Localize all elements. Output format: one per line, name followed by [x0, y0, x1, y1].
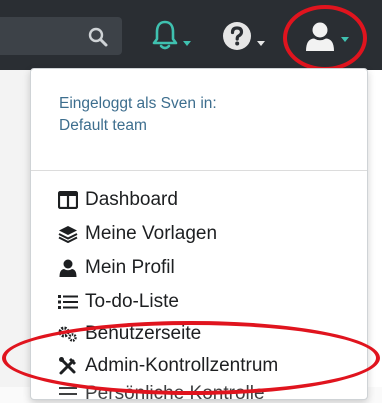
- menu-item-label: Mein Profil: [85, 257, 175, 278]
- menu-item-label: Dashboard: [85, 189, 178, 210]
- chevron-down-icon: [183, 41, 191, 46]
- user-menu-button[interactable]: [300, 18, 356, 54]
- logged-in-label: Eingeloggt als Sven in:: [59, 95, 217, 112]
- menu-item-dashboard[interactable]: Dashboard: [57, 183, 278, 217]
- menu-item-label: Benutzerseite: [85, 323, 202, 344]
- menu-item-admin-center[interactable]: Admin-Kontrollzentrum: [57, 349, 278, 383]
- chevron-down-icon: [341, 37, 349, 42]
- list-icon: [57, 292, 79, 312]
- help-button[interactable]: [222, 18, 272, 54]
- team-name: Default team: [59, 117, 147, 134]
- columns-icon: [57, 190, 79, 210]
- menu-item-user-page[interactable]: Benutzerseite: [57, 319, 278, 349]
- menu-item-profile[interactable]: Mein Profil: [57, 251, 278, 285]
- user-icon: [306, 22, 334, 51]
- notifications-button[interactable]: [150, 18, 200, 54]
- menu-item-templates[interactable]: Meine Vorlagen: [57, 217, 278, 251]
- menu-item-label: Meine Vorlagen: [85, 223, 218, 244]
- help-icon: [223, 22, 251, 50]
- top-navbar: [0, 0, 382, 70]
- menu-item-personal-control[interactable]: Persönliche Kontrolle: [57, 383, 278, 403]
- bell-icon: [152, 20, 178, 50]
- user-dropdown-menu: Eingeloggt als Sven in: Default team Das…: [30, 68, 368, 403]
- user-icon: [57, 258, 79, 278]
- tools-icon: [57, 356, 79, 376]
- layers-icon: [57, 224, 79, 244]
- menu-divider: [31, 170, 367, 171]
- search-icon[interactable]: [86, 25, 110, 49]
- menu-item-label: Admin-Kontrollzentrum: [85, 355, 279, 376]
- search-input[interactable]: [0, 17, 122, 55]
- menu-list: Dashboard Meine Vorlagen Mein Profil To-…: [57, 183, 278, 403]
- cogs-icon: [57, 324, 79, 344]
- menu-item-todo[interactable]: To-do-Liste: [57, 285, 278, 319]
- sliders-icon: [57, 383, 79, 403]
- menu-item-label: To-do-Liste: [85, 291, 179, 312]
- logged-in-info: Eingeloggt als Sven in: Default team: [31, 69, 367, 135]
- chevron-down-icon: [257, 41, 265, 46]
- menu-item-label: Persönliche Kontrolle: [85, 383, 265, 403]
